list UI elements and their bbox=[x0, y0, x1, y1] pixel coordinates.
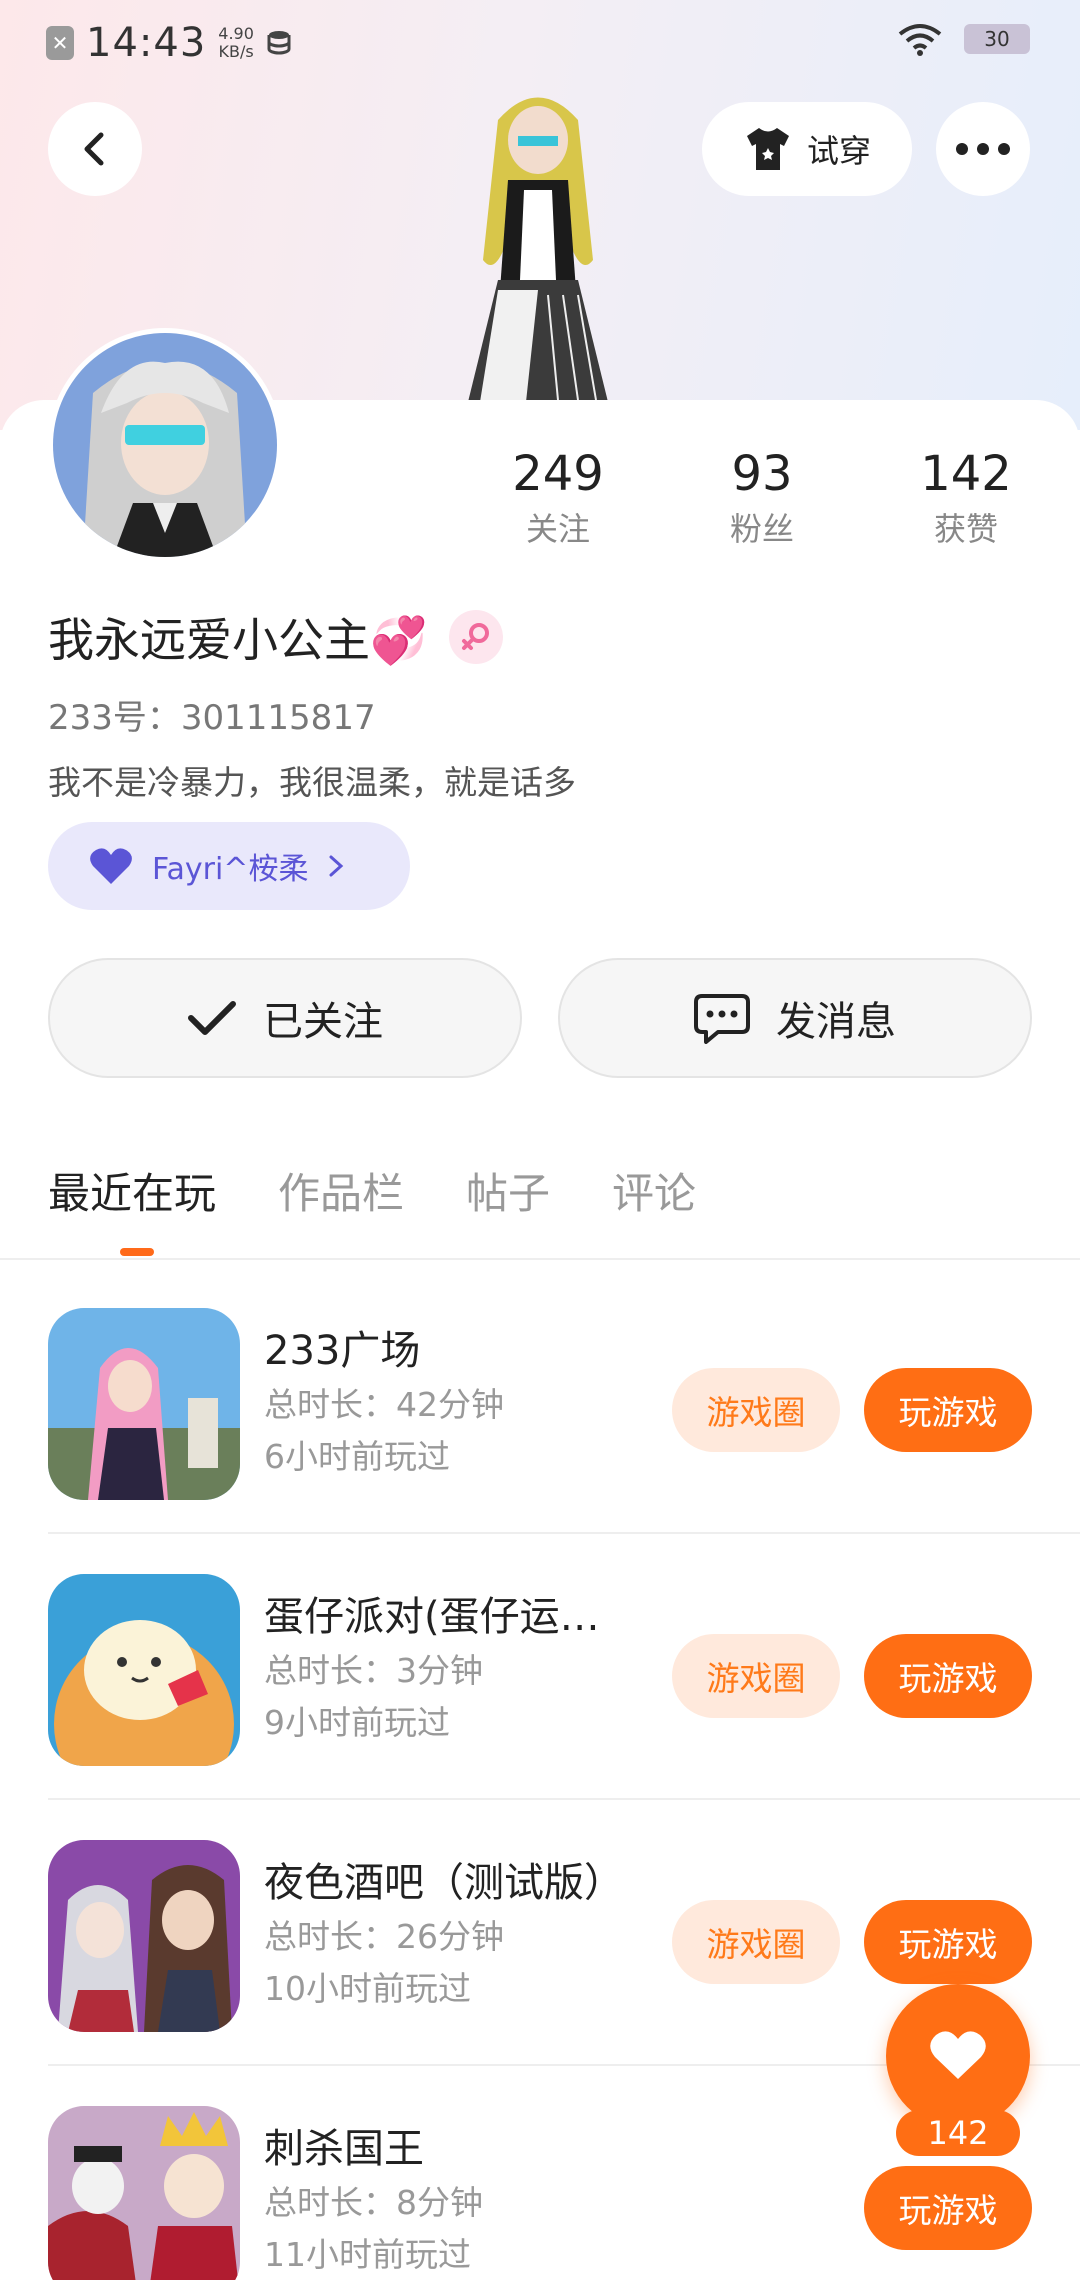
followed-label: 已关注 bbox=[263, 999, 383, 1045]
active-tab-indicator bbox=[120, 1248, 154, 1256]
game-name: 刺杀国王 bbox=[264, 2126, 424, 2172]
game-name: 夜色酒吧（测试版） bbox=[264, 1860, 624, 1906]
cp-tag-label: Fayri^桉柔 bbox=[152, 852, 309, 887]
chevron-left-icon bbox=[84, 132, 104, 166]
game-list-item[interactable]: 233广场 总时长：42分钟 6小时前玩过 游戏圈 玩游戏 bbox=[0, 1268, 1080, 1534]
send-message-button[interactable]: 发消息 bbox=[558, 958, 1032, 1078]
female-gender-icon bbox=[449, 610, 504, 664]
shirt-icon bbox=[746, 128, 789, 170]
network-speed-value: 4.90 bbox=[218, 24, 254, 43]
stat-followers-count: 93 bbox=[731, 446, 793, 502]
tab-recently-played[interactable]: 最近在玩 bbox=[48, 1160, 216, 1221]
game-icon-assassinate-king bbox=[48, 2106, 240, 2280]
status-bar: ✕ 14:43 4.90 KB/s 30 bbox=[0, 0, 1080, 84]
stat-followers[interactable]: 93 粉丝 bbox=[682, 444, 842, 554]
avatar[interactable] bbox=[48, 328, 282, 562]
game-last-played: 9小时前玩过 bbox=[264, 1703, 450, 1742]
game-icon-233-plaza bbox=[48, 1308, 240, 1500]
nickname: 我永远爱小公主💞 bbox=[48, 613, 428, 667]
status-time: 14:43 bbox=[86, 20, 207, 66]
game-name: 蛋仔派对(蛋仔运… bbox=[264, 1594, 600, 1640]
like-profile-button[interactable] bbox=[886, 1984, 1030, 2128]
network-speed: 4.90 KB/s bbox=[218, 25, 254, 61]
chevron-right-icon bbox=[329, 855, 344, 877]
stat-followers-label: 粉丝 bbox=[729, 510, 794, 548]
profile-tabs: 最近在玩 作品栏 帖子 评论 bbox=[48, 1160, 696, 1221]
stat-likes-label: 获赞 bbox=[933, 510, 998, 548]
game-last-played: 10小时前玩过 bbox=[264, 1969, 471, 2008]
heart-icon bbox=[930, 2031, 986, 2079]
game-duration: 总时长：26分钟 bbox=[264, 1917, 504, 1956]
avatar-3d-character bbox=[468, 97, 608, 402]
play-game-button[interactable]: 玩游戏 bbox=[864, 1900, 1032, 1984]
nickname-row: 我永远爱小公主💞 bbox=[48, 604, 504, 670]
cp-relationship-tag[interactable]: Fayri^桉柔 bbox=[48, 822, 410, 910]
try-on-button[interactable]: 试穿 bbox=[702, 102, 912, 196]
battery-indicator: 30 bbox=[964, 24, 1030, 54]
game-icon-night-bar bbox=[48, 1840, 240, 2032]
user-bio: 我不是冷暴力，我很温柔，就是话多 bbox=[48, 763, 576, 802]
game-list-item[interactable]: 蛋仔派对(蛋仔运… 总时长：3分钟 9小时前玩过 游戏圈 玩游戏 bbox=[0, 1534, 1080, 1800]
game-last-played: 6小时前玩过 bbox=[264, 1437, 450, 1476]
send-message-label: 发消息 bbox=[776, 999, 896, 1045]
network-speed-unit: KB/s bbox=[218, 42, 254, 61]
back-button[interactable] bbox=[48, 102, 142, 196]
game-circle-button[interactable]: 游戏圈 bbox=[672, 1368, 840, 1452]
stat-likes[interactable]: 142 获赞 bbox=[886, 444, 1046, 554]
play-game-button[interactable]: 玩游戏 bbox=[864, 2166, 1032, 2250]
wifi-icon bbox=[898, 24, 942, 56]
game-name: 233广场 bbox=[264, 1328, 421, 1374]
game-circle-button[interactable]: 游戏圈 bbox=[672, 1900, 840, 1984]
try-on-label: 试穿 bbox=[806, 132, 871, 170]
more-dots-icon bbox=[956, 143, 1010, 155]
play-game-button[interactable]: 玩游戏 bbox=[864, 1368, 1032, 1452]
game-duration: 总时长：8分钟 bbox=[264, 2183, 483, 2222]
stat-following-label: 关注 bbox=[525, 510, 590, 548]
purple-heart-icon bbox=[90, 848, 132, 884]
like-count-badge: 142 bbox=[896, 2110, 1020, 2156]
stat-following-count: 249 bbox=[512, 446, 604, 502]
notification-x-icon: ✕ bbox=[46, 26, 74, 60]
play-game-button[interactable]: 玩游戏 bbox=[864, 1634, 1032, 1718]
avatar-image bbox=[53, 333, 277, 557]
game-icon-eggy-party bbox=[48, 1574, 240, 1766]
tab-posts[interactable]: 帖子 bbox=[466, 1160, 550, 1221]
user-id: 233号：301115817 bbox=[48, 698, 376, 738]
followed-button[interactable]: 已关注 bbox=[48, 958, 522, 1078]
tab-divider bbox=[0, 1258, 1080, 1260]
tab-works[interactable]: 作品栏 bbox=[278, 1160, 404, 1221]
stat-following[interactable]: 249 关注 bbox=[478, 444, 638, 554]
data-usage-icon bbox=[267, 31, 291, 55]
game-circle-button[interactable]: 游戏圈 bbox=[672, 1634, 840, 1718]
game-duration: 总时长：3分钟 bbox=[264, 1651, 483, 1690]
game-duration: 总时长：42分钟 bbox=[264, 1385, 504, 1424]
game-last-played: 11小时前玩过 bbox=[264, 2235, 471, 2274]
stat-likes-count: 142 bbox=[920, 446, 1012, 502]
checkmark-icon bbox=[188, 1001, 236, 1035]
tab-comments[interactable]: 评论 bbox=[612, 1160, 696, 1221]
more-options-button[interactable] bbox=[936, 102, 1030, 196]
chat-bubble-icon bbox=[694, 994, 750, 1044]
